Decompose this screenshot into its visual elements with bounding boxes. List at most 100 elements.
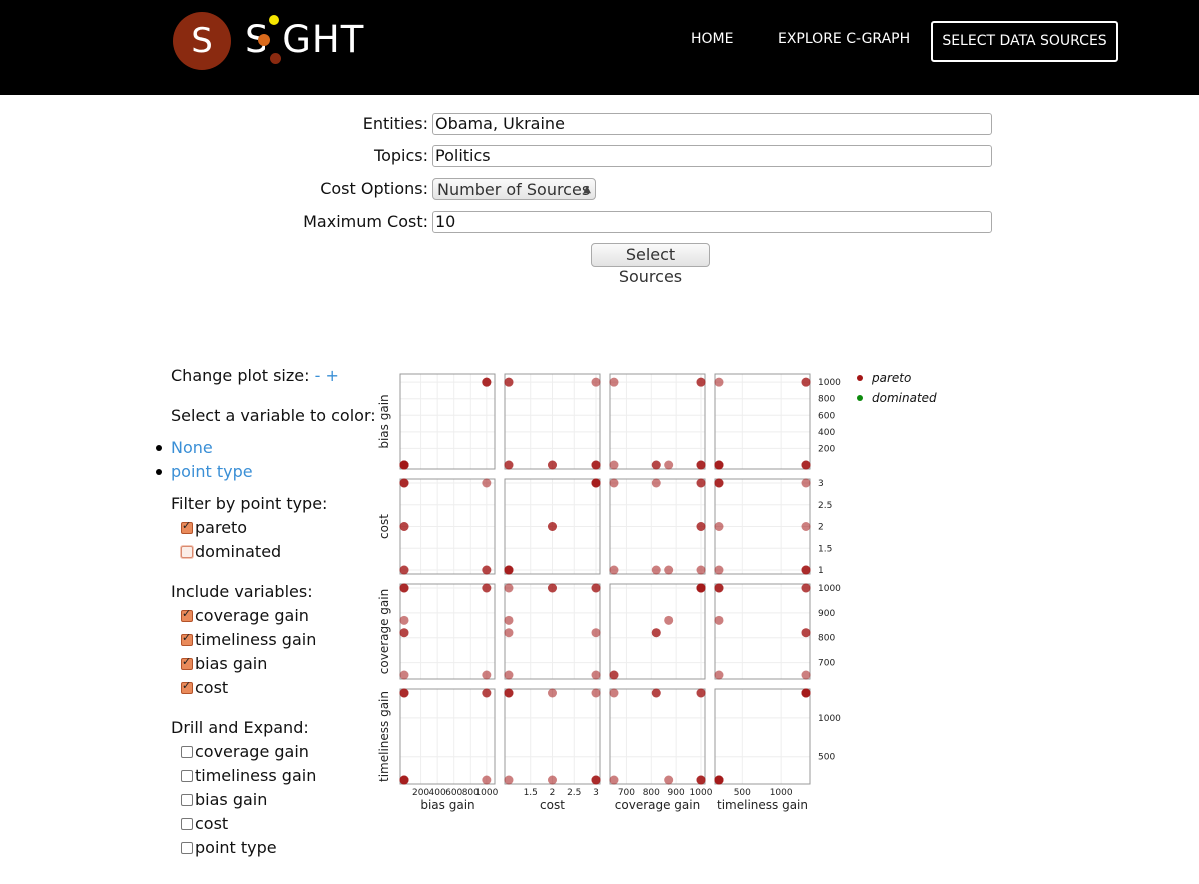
legend-dot-icon [857,375,863,381]
checkbox-checked-icon[interactable] [181,519,193,534]
include-coverage-gain[interactable]: coverage gain [181,606,309,625]
data-point [609,670,619,680]
select-sources-button[interactable]: Select Sources [591,243,710,286]
data-point [609,565,619,575]
data-point [399,522,409,531]
data-point [504,615,514,625]
data-point [651,565,661,575]
x-tick-label: 200 [412,788,429,798]
data-point [504,670,514,680]
checkbox-unchecked-icon[interactable] [181,842,193,854]
top-navbar: S S GHT HOME EXPLORE C-GRAPH SELECT DATA… [0,0,1199,95]
nav-explore-link[interactable]: EXPLORE C-GRAPH [778,31,910,47]
data-point [696,775,706,785]
nav-home-link[interactable]: HOME [691,31,733,47]
legend-item-pareto: pareto [857,371,911,385]
plot-size-label: Change plot size: [171,366,310,385]
data-point [504,628,514,638]
drill-point-type[interactable]: point type [181,838,277,857]
plot-size-plus[interactable]: + [325,366,338,385]
panel-frame-timeliness-gain-vs-timeliness-gain [714,688,811,785]
data-point [504,775,514,785]
y-tick-label: 900 [818,609,835,619]
legend-dot-icon [857,395,863,401]
checkbox-checked-icon[interactable] [181,655,193,670]
x-tick-label: 800 [643,788,660,798]
include-bias-gain-label: bias gain [195,654,268,673]
x-axis-label-timeliness-gain: timeliness gain [717,798,808,812]
y-tick-label: 1.5 [818,544,832,554]
data-point [664,565,674,575]
max-cost-input[interactable]: 10 [432,211,992,233]
checkbox-unchecked-icon[interactable] [181,546,193,558]
color-by-label: Select a variable to color: [171,406,376,425]
color-option-none[interactable]: None [171,438,213,457]
cost-options-select[interactable]: Number of Sources ▲ [432,178,596,200]
panel-frame-timeliness-gain-vs-coverage-gain [609,688,706,785]
data-point [801,460,811,470]
checkbox-checked-icon[interactable] [181,607,193,622]
checkbox-checked-icon[interactable] [181,679,193,694]
y-tick-label: 600 [818,411,835,421]
drill-bias-gain[interactable]: bias gain [181,790,267,809]
drill-coverage-gain-label: coverage gain [195,742,309,761]
drill-timeliness-gain[interactable]: timeliness gain [181,766,316,785]
scatterplot-matrix[interactable]: 200400600800100011.522.53700800900100050… [370,362,845,822]
filter-dominated-label: dominated [195,542,282,561]
x-tick-label: 3 [593,788,599,798]
x-tick-label: 1000 [770,788,793,798]
nav-select-sources-button[interactable]: SELECT DATA SOURCES [931,21,1118,62]
include-bias-gain[interactable]: bias gain [181,654,267,673]
filter-pareto-label: pareto [195,518,248,537]
entities-input[interactable]: Obama, Ukraine [432,113,992,135]
drill-coverage-gain[interactable]: coverage gain [181,742,309,761]
filter-dominated[interactable]: dominated [181,542,281,561]
checkbox-unchecked-icon[interactable] [181,770,193,782]
panel-frame-timeliness-gain-vs-bias-gain [399,688,496,785]
logo-dot-orange [258,34,270,46]
data-point [714,615,724,625]
topics-label: Topics: [374,146,428,165]
include-cost[interactable]: cost [181,678,228,697]
data-point [714,583,724,593]
bullet-icon [156,445,162,451]
data-point [609,460,619,470]
include-timeliness-gain[interactable]: timeliness gain [181,630,316,649]
checkbox-unchecked-icon[interactable] [181,746,193,758]
filter-pareto[interactable]: pareto [181,518,247,537]
checkbox-unchecked-icon[interactable] [181,794,193,806]
data-point [609,775,619,785]
y-tick-label: 2 [818,523,824,533]
drill-cost[interactable]: cost [181,814,228,833]
data-point [482,583,492,593]
filter-label: Filter by point type: [171,494,328,513]
data-point [696,565,706,575]
cost-options-label: Cost Options: [320,179,428,198]
data-point [714,775,724,785]
checkbox-unchecked-icon[interactable] [181,818,193,830]
logo-mark[interactable]: S [173,12,231,70]
data-point [801,583,811,593]
y-tick-label: 1000 [818,584,841,594]
data-point [609,478,619,488]
drill-expand-label: Drill and Expand: [171,718,309,737]
checkbox-checked-icon[interactable] [181,631,193,646]
logo-dot-yellow [269,15,279,25]
x-axis-label-coverage-gain: coverage gain [615,798,700,812]
data-point [651,460,661,470]
data-point [482,565,492,575]
data-point [504,565,514,575]
data-point [482,670,492,680]
plot-size-minus[interactable]: - [315,366,321,385]
data-point [801,478,811,488]
data-point [714,377,724,387]
color-option-point-type[interactable]: point type [171,462,253,481]
plot-size-control: Change plot size: - + [171,366,339,385]
x-axis-label-cost: cost [540,798,565,812]
cost-options-value: Number of Sources [437,180,591,199]
y-tick-label: 700 [818,659,835,669]
data-point [591,377,601,387]
data-point [696,688,706,698]
topics-input[interactable]: Politics [432,145,992,167]
x-tick-label: 2.5 [567,788,581,798]
